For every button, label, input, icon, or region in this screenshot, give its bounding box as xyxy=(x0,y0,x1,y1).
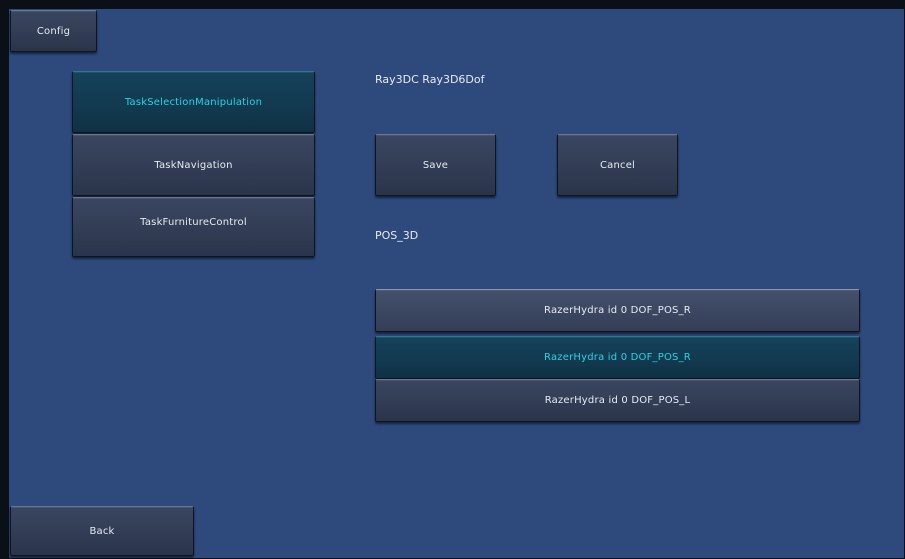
task-navigation-button[interactable]: TaskNavigation xyxy=(72,134,315,196)
task-furniture-control-button[interactable]: TaskFurnitureControl xyxy=(72,197,315,257)
input-option-pos-l[interactable]: RazerHydra id 0 DOF_POS_L xyxy=(375,379,860,422)
task-selection-manipulation-button[interactable]: TaskSelectionManipulation xyxy=(72,71,315,133)
dof-label: POS_3D xyxy=(375,229,419,242)
device-title: Ray3DC Ray3D6Dof xyxy=(375,73,485,86)
config-button[interactable]: Config xyxy=(10,10,97,52)
cancel-button[interactable]: Cancel xyxy=(557,134,678,196)
back-button[interactable]: Back xyxy=(10,506,194,556)
save-button[interactable]: Save xyxy=(375,134,496,196)
input-option-pos-r-2[interactable]: RazerHydra id 0 DOF_POS_R xyxy=(375,336,860,379)
input-option-pos-r-1[interactable]: RazerHydra id 0 DOF_POS_R xyxy=(375,289,860,332)
